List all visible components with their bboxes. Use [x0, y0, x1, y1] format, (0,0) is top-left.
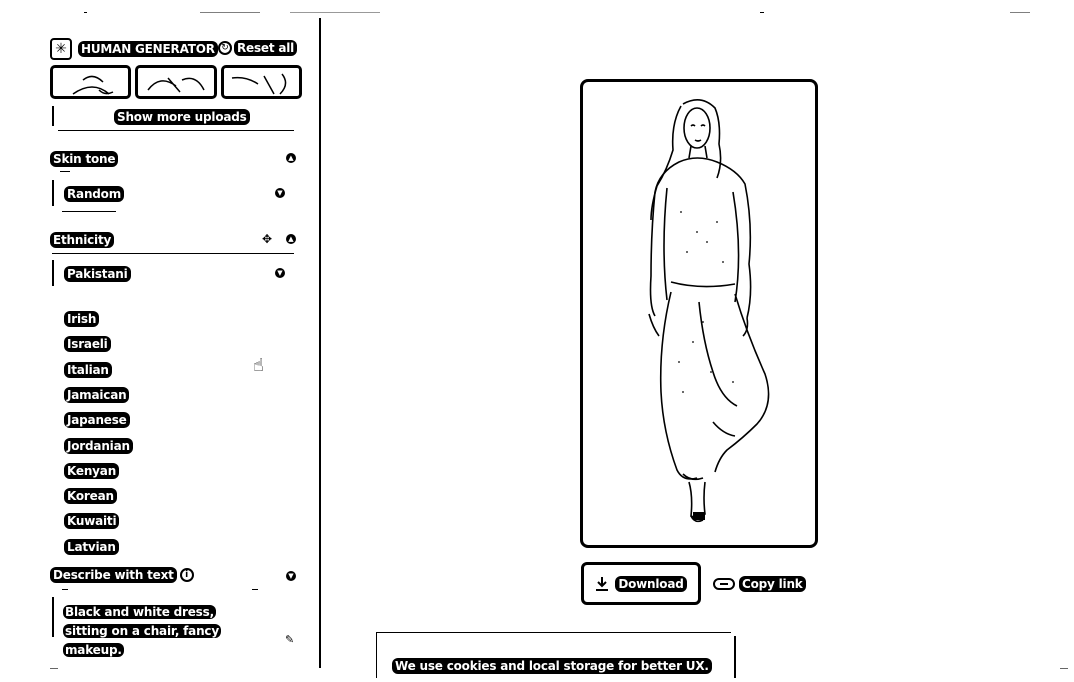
reset-all-button[interactable]: ↻ Reset all [218, 40, 298, 56]
chevron-down-icon[interactable]: ▼ [286, 571, 296, 581]
divider [376, 632, 377, 678]
snowflake-icon: ✳ [50, 38, 72, 60]
divider [62, 211, 116, 212]
chevron-up-icon[interactable]: ▲ [286, 153, 296, 163]
divider [52, 597, 54, 637]
show-more-uploads-button[interactable]: Show more uploads [114, 109, 250, 125]
prompt-text: Black and white dress, sitting on a chai… [63, 601, 253, 658]
chevron-up-icon[interactable]: ▲ [286, 234, 296, 244]
download-label: Download [615, 575, 687, 592]
prompt-value: Black and white dress, sitting on a chai… [63, 605, 221, 657]
ethnicity-option[interactable]: Kuwaiti [64, 513, 120, 529]
divider [52, 180, 54, 206]
divider [60, 171, 70, 172]
skin-tone-select[interactable]: Random [64, 186, 125, 202]
divider [52, 253, 294, 254]
ethnicity-option[interactable]: Israeli [64, 336, 111, 352]
download-icon [596, 576, 609, 591]
divider [734, 636, 736, 678]
chevron-down-icon[interactable]: ▼ [275, 188, 285, 198]
copy-link-label: Copy link [739, 576, 806, 592]
ethnicity-option[interactable]: Italian [64, 362, 112, 378]
download-button[interactable]: Download [581, 562, 701, 605]
skin-tone-label: Skin tone [50, 151, 119, 167]
divider [376, 632, 731, 633]
chevron-down-icon[interactable]: ▼ [275, 268, 285, 278]
upload-thumbnail[interactable] [50, 65, 132, 99]
prompt-textarea[interactable]: Black and white dress, sitting on a chai… [52, 597, 302, 657]
divider [760, 12, 764, 13]
upload-thumbnail[interactable] [135, 65, 217, 99]
reset-icon: ↻ [218, 41, 232, 55]
divider [52, 260, 54, 286]
upload-thumbnails [50, 65, 302, 99]
sidebar-divider [319, 18, 321, 668]
ethnicity-option[interactable]: Latvian [64, 539, 119, 555]
link-icon [713, 578, 735, 590]
pencil-icon[interactable]: ✎ [285, 633, 294, 646]
divider [200, 12, 260, 13]
ethnicity-label: Ethnicity [50, 232, 115, 248]
upload-thumbnail[interactable] [220, 65, 302, 99]
info-icon[interactable]: i [179, 568, 194, 582]
app-header: ✳ HUMAN GENERATOR ↻ Reset all [50, 38, 300, 60]
ethnicity-option[interactable]: Jordanian [64, 438, 133, 454]
describe-with-text-label: Describe with text [50, 567, 177, 583]
ethnicity-option[interactable]: Jamaican [64, 387, 130, 403]
copy-link-button[interactable]: Copy link [713, 576, 806, 592]
divider [252, 589, 258, 590]
divider [1010, 12, 1030, 13]
divider [290, 12, 380, 13]
ethnicity-option[interactable]: Korean [64, 488, 117, 504]
divider [52, 106, 54, 126]
divider [58, 130, 294, 131]
ethnicity-option[interactable]: Kenyan [64, 463, 120, 479]
shuffle-icon[interactable]: ✥ [262, 233, 272, 245]
ethnicity-option[interactable]: Japanese [64, 412, 130, 428]
ethnicity-select[interactable]: Pakistani [64, 266, 131, 282]
generated-image [580, 79, 818, 548]
divider [1060, 668, 1068, 669]
cookie-text: We use cookies and local storage for bet… [392, 658, 712, 674]
cookie-banner: We use cookies and local storage for bet… [376, 632, 736, 682]
reset-all-label: Reset all [234, 40, 298, 56]
app-title: HUMAN GENERATOR [78, 41, 218, 57]
divider [84, 12, 87, 13]
describe-header: Describe with text i [50, 567, 194, 583]
ethnicity-option[interactable]: Irish [64, 311, 100, 327]
generated-person-illustration [648, 99, 770, 523]
divider [62, 589, 68, 590]
sidebar: ✳ HUMAN GENERATOR ↻ Reset all Show more … [0, 0, 320, 678]
hand-cursor-icon: ☝ [253, 355, 264, 376]
divider [50, 668, 58, 669]
